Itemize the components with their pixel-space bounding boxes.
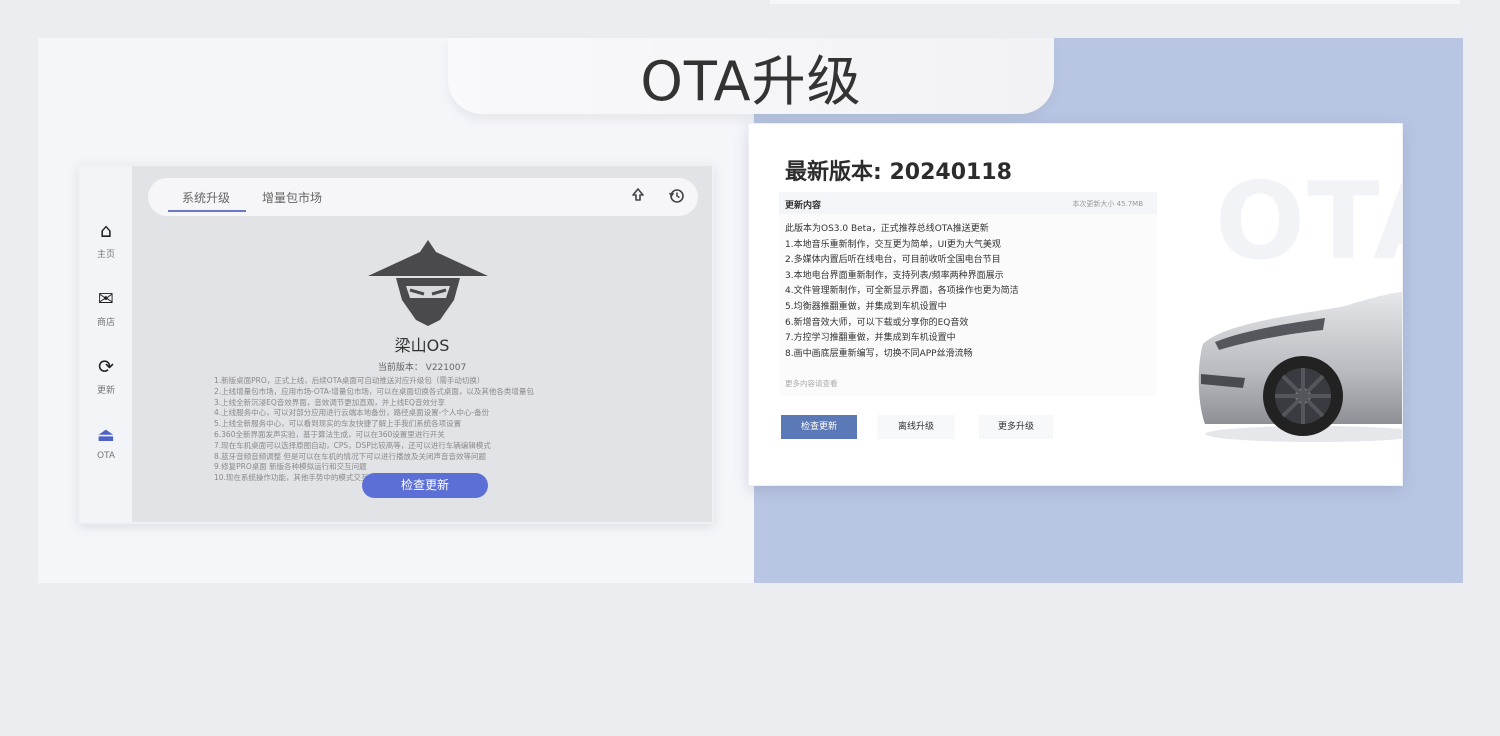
list-item: 9.修复PRO桌面 新版各种模拟运行和交互问题 [214, 462, 367, 472]
release-notes: 1.新版桌面PRO，正式上线，后续OTA桌面可自动推送对应升级包（需手动切换） … [214, 376, 654, 484]
tab-active-indicator [168, 210, 246, 212]
current-version: 当前版本： V221007 [377, 363, 467, 373]
top-edge-line [770, 0, 1460, 4]
list-item: 7.现在车机桌面可以选择原图自动，CPS，DSP比较高等，还可以进行车辆编辑模式 [214, 440, 491, 450]
update-content-title: 更新内容 [785, 201, 822, 211]
check-update-button[interactable]: 检查更新 [362, 473, 488, 498]
tab-system-upgrade[interactable]: 系统升级 [182, 189, 230, 206]
list-item: 3.本地电台界面重新制作，支持列表/频率两种界面展示 [785, 270, 1004, 281]
list-item: 6.新增音效大师，可以下载或分享你的EQ音效 [785, 317, 969, 328]
more-upgrade-button[interactable]: 更多升级 [979, 415, 1053, 439]
list-item: 2.多媒体内置后听在线电台，可目前收听全国电台节目 [785, 255, 1001, 266]
sidebar-item-update[interactable]: ⟳ 更新 [80, 356, 132, 396]
update-content-panel: 更新内容 本次更新大小 45.7MB 此版本为OS3.0 Beta，正式推荐总线… [779, 192, 1157, 396]
sidebar-item-store[interactable]: ✉ 商店 [80, 288, 132, 328]
liangshan-logo-icon [368, 240, 488, 326]
update-size: 本次更新大小 45.7MB [1072, 200, 1143, 208]
pin-icon[interactable] [630, 187, 646, 209]
list-item: 1.本地音乐重新制作，交互更为简单，UI更为大气美观 [785, 239, 1001, 250]
sidebar-item-label: 更新 [96, 386, 115, 396]
history-icon[interactable] [668, 187, 685, 209]
list-item: 4.上线服务中心，可以对部分应用进行云端本地备份，路径桌面设置-个人中心-备份 [214, 408, 490, 418]
home-icon: ⌂ [99, 220, 113, 242]
offline-upgrade-button[interactable]: 离线升级 [877, 415, 955, 439]
title-banner: OTA升级 [448, 38, 1054, 114]
list-item: 8.画中画底层重新编写，切换不同APP丝滑流畅 [785, 348, 973, 359]
sidebar-item-label: 主页 [96, 250, 115, 260]
latest-version-card: OTA 最新版本: 20240118 更新内容 本次更新大小 45.7MB 此版… [748, 123, 1403, 486]
list-item: 6.360全新界面发声实验，基于算法生成，可以在360设置里进行开关 [214, 429, 445, 439]
list-item: 5.上线全新服务中心，可以看到现实的车友快捷了解上手我们系统各项设置 [214, 419, 462, 429]
check-update-button[interactable]: 检查更新 [781, 415, 857, 439]
sidebar-item-label: 商店 [96, 318, 115, 328]
upgrade-icon: ⏏ [97, 424, 115, 446]
ota-device-screen: ⌂ 主页 ✉ 商店 ⟳ 更新 ⏏ OTA 系统升级 增量包市场 梁山OS 当前版… [78, 164, 714, 524]
ota-watermark: OTA [1215, 160, 1402, 283]
page-title: OTA升级 [640, 49, 862, 113]
list-item: 此版本为OS3.0 Beta，正式推荐总线OTA推送更新 [785, 224, 989, 234]
update-notes: 此版本为OS3.0 Beta，正式推荐总线OTA推送更新 1.本地音乐重新制作，… [785, 222, 1151, 362]
tab-incremental-market[interactable]: 增量包市场 [262, 189, 322, 206]
os-name: 梁山OS [394, 336, 450, 355]
device-main: 系统升级 增量包市场 梁山OS 当前版本： V221007 1.新版桌面PRO， [132, 166, 712, 522]
list-item: 5.均衡器推翻重做，并集成到车机设置中 [785, 301, 947, 312]
latest-version-title: 最新版本: 20240118 [785, 160, 1012, 185]
list-item: 3.上线全新沉浸EQ音效界面，音效调节更加直观，并上线EQ音效分享 [214, 397, 445, 407]
list-item: 4.文件管理新制作，可全新显示界面，各项操作也更为简洁 [785, 286, 1019, 297]
list-item: 7.方控学习推翻重做，并集成到车机设置中 [785, 333, 956, 344]
mail-icon: ✉ [98, 288, 114, 310]
sidebar-item-label: OTA [96, 451, 116, 461]
list-item: 1.新版桌面PRO，正式上线，后续OTA桌面可自动推送对应升级包（需手动切换） [214, 376, 485, 385]
list-item: 8.蓝牙音频音频调整 但是可以在车机的情况下可以进行播放及关闭声音音效等问题 [214, 451, 487, 461]
list-item: 2.上线增量包市场，应用市场-OTA-增量包市场，可以在桌面切换各式桌面，以及其… [214, 386, 534, 396]
sidebar-item-ota[interactable]: ⏏ OTA [80, 424, 132, 461]
tab-bar: 系统升级 增量包市场 [148, 178, 698, 216]
refresh-icon: ⟳ [98, 356, 114, 378]
car-image [1198, 292, 1402, 442]
sidebar: ⌂ 主页 ✉ 商店 ⟳ 更新 ⏏ OTA [80, 166, 132, 522]
more-content-link[interactable]: 更多内容请查看 [785, 378, 838, 389]
sidebar-item-home[interactable]: ⌂ 主页 [80, 220, 132, 260]
